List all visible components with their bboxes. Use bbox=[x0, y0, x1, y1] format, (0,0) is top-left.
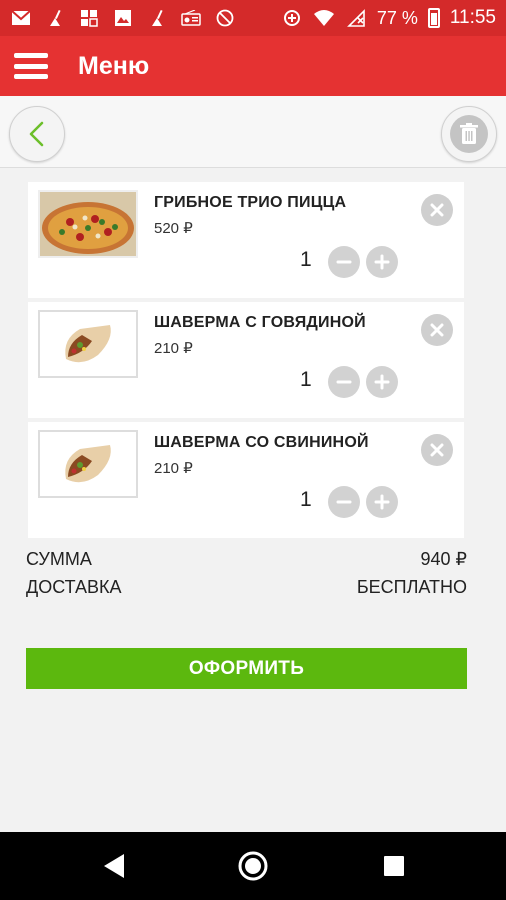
decrease-quantity-button[interactable] bbox=[328, 246, 360, 278]
increase-quantity-button[interactable] bbox=[366, 246, 398, 278]
square-recents-icon bbox=[384, 856, 404, 876]
triangle-back-icon bbox=[104, 854, 124, 878]
signal-icon bbox=[345, 8, 367, 28]
app-bar: Меню bbox=[0, 36, 506, 96]
data-saver-icon bbox=[281, 8, 303, 28]
delivery-row: ДОСТАВКА БЕСПЛАТНО bbox=[26, 577, 467, 598]
nav-recents-button[interactable] bbox=[378, 850, 410, 882]
remove-item-button[interactable] bbox=[421, 194, 453, 226]
shawarma-image bbox=[38, 430, 138, 498]
battery-percent: 77 % bbox=[376, 7, 418, 28]
toolbar bbox=[0, 96, 506, 168]
sum-row: СУММА 940 ₽ bbox=[26, 549, 467, 570]
mail-icon bbox=[10, 8, 32, 28]
plus-icon bbox=[374, 374, 390, 390]
decrease-quantity-button[interactable] bbox=[328, 486, 360, 518]
chevron-left-icon bbox=[29, 121, 44, 147]
item-quantity: 1 bbox=[300, 248, 312, 271]
clear-cart-button[interactable] bbox=[441, 106, 497, 162]
item-name: ШАВЕРМА С ГОВЯДИНОЙ bbox=[154, 314, 366, 331]
item-quantity: 1 bbox=[300, 368, 312, 391]
remove-item-button[interactable] bbox=[421, 434, 453, 466]
increase-quantity-button[interactable] bbox=[366, 366, 398, 398]
plus-icon bbox=[374, 254, 390, 270]
minus-icon bbox=[336, 380, 352, 384]
shawarma-image bbox=[38, 310, 138, 378]
cart-item: ШАВЕРМА СО СВИНИНОЙ 210 ₽ 1 bbox=[28, 422, 464, 538]
broom-icon bbox=[44, 8, 66, 28]
status-bar: 77 % 11:55 bbox=[0, 0, 506, 36]
item-quantity: 1 bbox=[300, 488, 312, 511]
decrease-quantity-button[interactable] bbox=[328, 366, 360, 398]
item-price: 210 ₽ bbox=[154, 460, 193, 477]
cart-item: ШАВЕРМА С ГОВЯДИНОЙ 210 ₽ 1 bbox=[28, 302, 464, 418]
increase-quantity-button[interactable] bbox=[366, 486, 398, 518]
home-circle-icon bbox=[238, 851, 268, 881]
menu-icon[interactable] bbox=[14, 53, 48, 79]
delivery-value: БЕСПЛАТНО bbox=[356, 577, 467, 597]
close-icon bbox=[430, 203, 444, 217]
nav-back-button[interactable] bbox=[98, 850, 130, 882]
checkout-button[interactable]: ОФОРМИТЬ bbox=[26, 648, 467, 689]
image-icon bbox=[112, 8, 134, 28]
sum-label: СУММА bbox=[26, 549, 92, 569]
close-icon bbox=[430, 443, 444, 457]
item-name: ШАВЕРМА СО СВИНИНОЙ bbox=[154, 434, 369, 451]
item-price: 520 ₽ bbox=[154, 220, 193, 237]
nav-home-button[interactable] bbox=[237, 850, 269, 882]
item-price: 210 ₽ bbox=[154, 340, 193, 357]
minus-icon bbox=[336, 260, 352, 264]
grid-icon bbox=[78, 8, 100, 28]
back-button[interactable] bbox=[9, 106, 65, 162]
close-icon bbox=[430, 323, 444, 337]
radio-icon bbox=[180, 8, 202, 28]
battery-icon bbox=[427, 8, 440, 28]
minus-icon bbox=[336, 500, 352, 504]
item-name: ГРИБНОЕ ТРИО ПИЦЦА bbox=[154, 194, 347, 211]
no-sim-icon bbox=[214, 8, 236, 28]
sum-value: 940 ₽ bbox=[420, 549, 468, 569]
pizza-image bbox=[38, 190, 138, 258]
clock: 11:55 bbox=[449, 7, 496, 28]
plus-icon bbox=[374, 494, 390, 510]
delivery-label: ДОСТАВКА bbox=[26, 577, 122, 597]
trash-icon bbox=[450, 115, 488, 153]
remove-item-button[interactable] bbox=[421, 314, 453, 346]
broom-icon bbox=[146, 8, 168, 28]
wifi-icon bbox=[313, 8, 335, 28]
system-nav-bar bbox=[0, 832, 506, 900]
page-title: Меню bbox=[78, 51, 150, 80]
cart-item: ГРИБНОЕ ТРИО ПИЦЦА 520 ₽ 1 bbox=[28, 182, 464, 298]
